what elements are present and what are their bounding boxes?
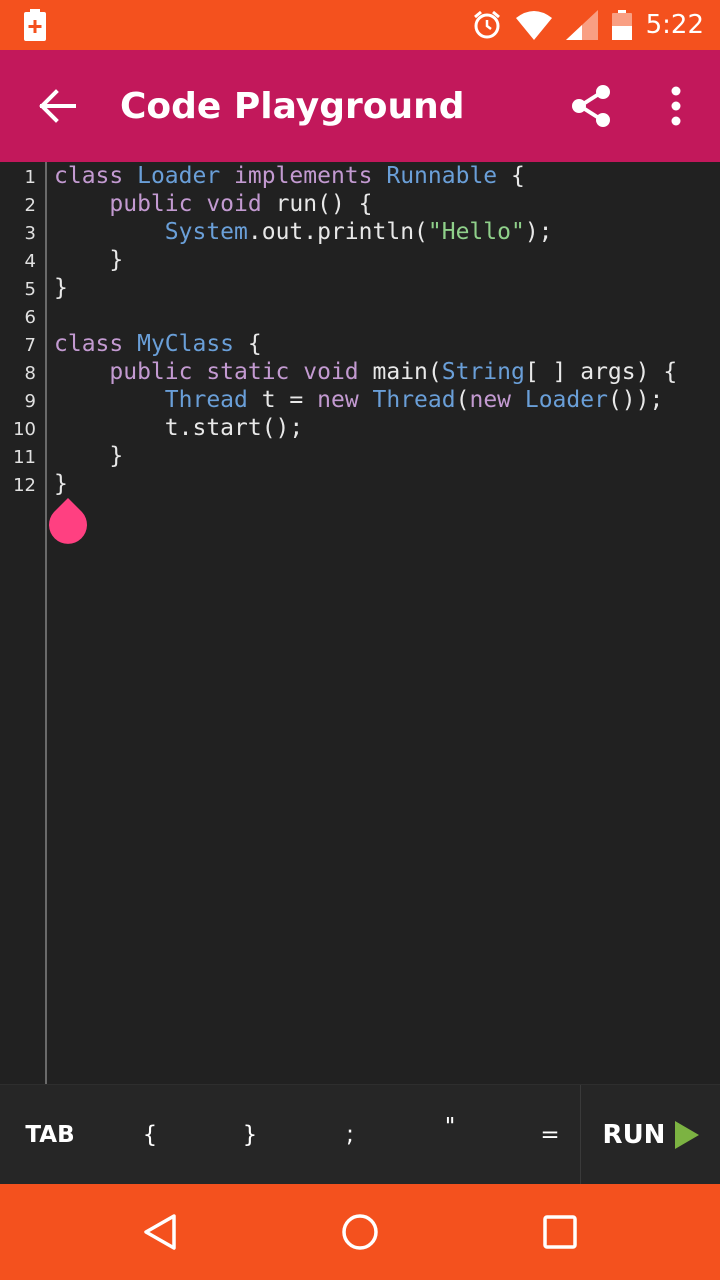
shortcut-bar: TAB { } ; " = RUN: [0, 1084, 720, 1185]
back-triangle-icon[interactable]: [140, 1212, 180, 1252]
code-token: Loader: [524, 387, 608, 413]
code-editor[interactable]: 1 2 3 4 5 6 7 8 9 10 11 12 class Loader implements …: [0, 162, 720, 1084]
code-line[interactable]: [54, 302, 677, 330]
line-number: 6: [24, 307, 36, 328]
cell-signal-icon: [565, 10, 598, 40]
key-open-brace-button[interactable]: {: [100, 1085, 200, 1185]
code-token: class: [54, 163, 138, 189]
code-token: ());: [607, 387, 664, 413]
line-number: 2: [24, 195, 36, 216]
shortcut-divider: [580, 1085, 581, 1185]
code-token: }: [54, 247, 124, 273]
status-time: 5:22: [645, 10, 704, 40]
line-number: 4: [24, 251, 36, 272]
code-token: implements: [234, 163, 387, 189]
code-token: "Hello": [427, 219, 525, 245]
status-bar: 5:22: [0, 0, 720, 50]
code-text-area[interactable]: class Loader implements Runnable { publi…: [54, 162, 677, 498]
code-token: MyClass: [137, 331, 235, 357]
code-line[interactable]: }: [54, 246, 677, 274]
line-number: 1: [24, 167, 36, 188]
code-token: Thread: [164, 387, 248, 413]
code-token: run() {: [275, 191, 373, 217]
code-token: );: [524, 219, 553, 245]
key-tab-button[interactable]: TAB: [0, 1085, 100, 1185]
key-close-brace-button[interactable]: }: [200, 1085, 300, 1185]
code-token: public static void: [109, 359, 373, 385]
code-line[interactable]: public static void main(String[ ] args) …: [54, 358, 677, 386]
alarm-icon: [473, 10, 500, 39]
line-number: 3: [24, 223, 36, 244]
share-icon[interactable]: [570, 84, 614, 128]
code-line[interactable]: class MyClass {: [54, 330, 677, 358]
code-line[interactable]: }: [54, 274, 677, 302]
wifi-icon: [515, 11, 552, 40]
run-button[interactable]: RUN: [582, 1085, 720, 1185]
line-number: 8: [24, 363, 36, 384]
code-line[interactable]: t.start();: [54, 414, 677, 442]
code-token: public void: [109, 191, 276, 217]
code-token: main(: [372, 359, 442, 385]
recents-square-icon[interactable]: [540, 1212, 580, 1252]
code-token: new: [469, 387, 525, 413]
back-arrow-icon[interactable]: [34, 84, 78, 128]
code-token: System: [164, 219, 248, 245]
line-number: 10: [13, 419, 36, 440]
line-number: 9: [24, 391, 36, 412]
code-token: Loader: [137, 163, 235, 189]
code-token: {: [497, 163, 525, 189]
line-number: 12: [13, 475, 36, 496]
line-number-gutter: 1 2 3 4 5 6 7 8 9 10 11 12: [0, 162, 36, 498]
code-line[interactable]: class Loader implements Runnable {: [54, 162, 677, 190]
code-token: t.start();: [54, 415, 304, 441]
home-circle-icon[interactable]: [340, 1212, 380, 1252]
code-token: new: [317, 387, 373, 413]
code-token: Runnable: [386, 163, 498, 189]
key-semicolon-button[interactable]: ;: [300, 1085, 400, 1185]
code-token: String: [441, 359, 525, 385]
code-line[interactable]: Thread t = new Thread(new Loader());: [54, 386, 677, 414]
app-bar: Code Playground: [0, 50, 720, 162]
code-token: t =: [247, 387, 318, 413]
line-number: 7: [24, 335, 36, 356]
code-token: }: [54, 275, 68, 301]
battery-icon: [611, 10, 632, 40]
code-line[interactable]: }: [54, 470, 677, 498]
code-token: class: [54, 331, 138, 357]
code-line[interactable]: System.out.println("Hello");: [54, 218, 677, 246]
key-quote-button[interactable]: ": [400, 1085, 500, 1185]
navigation-bar: [0, 1184, 720, 1280]
code-token: (: [455, 387, 470, 413]
battery-saver-icon: [24, 9, 46, 41]
page-title: Code Playground: [120, 86, 465, 127]
code-line[interactable]: }: [54, 442, 677, 470]
cursor-handle-icon[interactable]: [48, 498, 88, 546]
code-token: }: [54, 471, 68, 497]
gutter-divider: [45, 162, 47, 1084]
code-token: Thread: [372, 387, 456, 413]
line-number: 11: [13, 447, 36, 468]
more-vert-icon[interactable]: [660, 84, 692, 128]
code-token: {: [234, 331, 262, 357]
code-token: .out.println(: [247, 219, 428, 245]
code-token: }: [54, 443, 124, 469]
line-number: 5: [24, 279, 36, 300]
run-label: RUN: [602, 1120, 666, 1150]
code-token: [ ] args) {: [524, 359, 678, 385]
code-line[interactable]: public void run() {: [54, 190, 677, 218]
play-icon: [675, 1121, 700, 1149]
